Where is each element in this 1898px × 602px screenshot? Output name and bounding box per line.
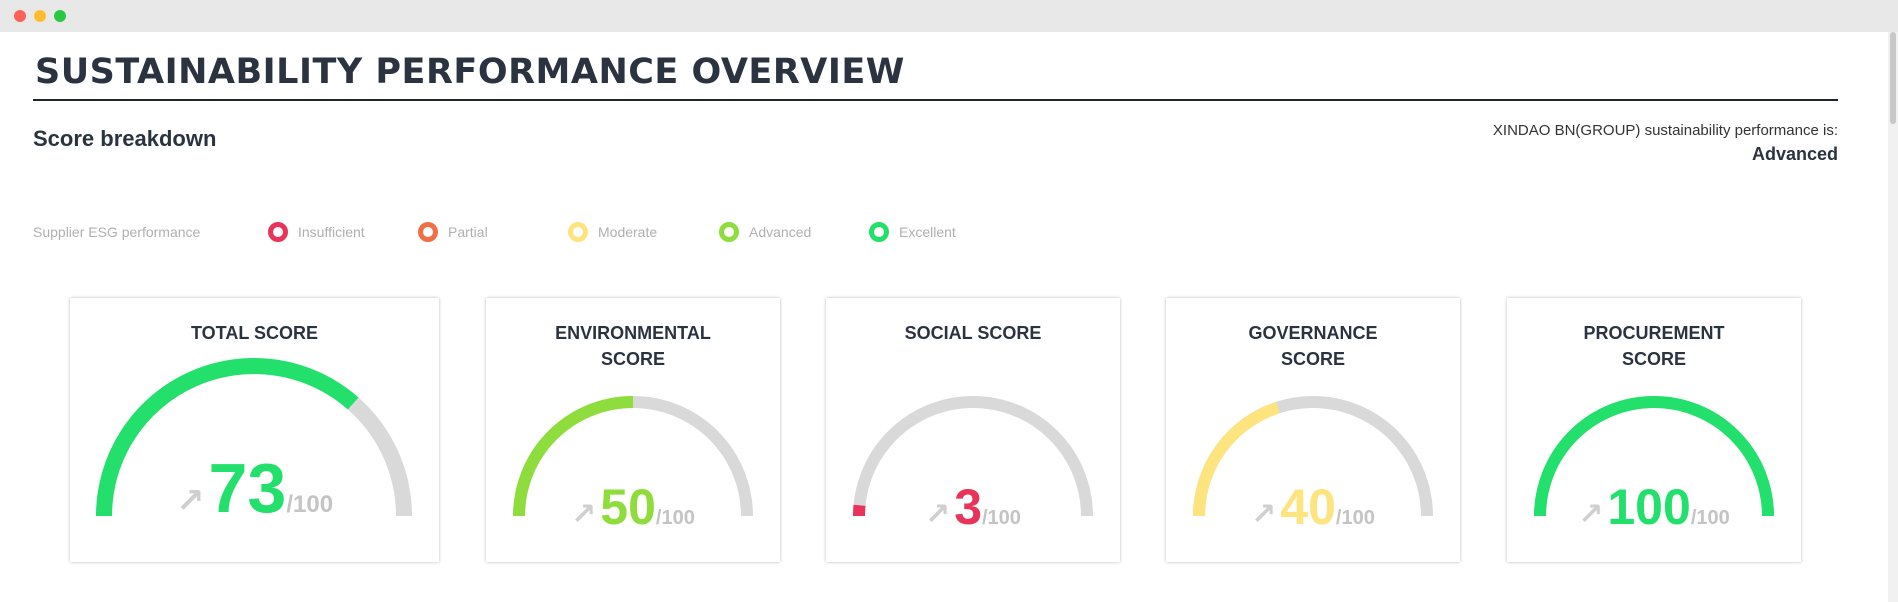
score-value: 40 bbox=[1280, 479, 1336, 535]
trend-arrow-icon: ↗ bbox=[175, 481, 205, 521]
legend-label: Moderate bbox=[598, 224, 658, 240]
legend-label: Advanced bbox=[749, 224, 812, 240]
trend-arrow-icon: ↗ bbox=[571, 497, 597, 532]
insufficient-ring-icon bbox=[268, 222, 288, 242]
trend-arrow-icon: ↗ bbox=[1578, 497, 1604, 532]
score-breakdown-heading: Score breakdown bbox=[33, 126, 217, 151]
legend-label: Excellent bbox=[899, 224, 956, 240]
score-value: 50 bbox=[600, 479, 656, 535]
performance-value: Advanced bbox=[1751, 144, 1838, 164]
score-value: 100 bbox=[1607, 479, 1691, 535]
legend-item-moderate: Moderate bbox=[568, 222, 657, 242]
legend-title: Supplier ESG performance bbox=[33, 224, 201, 240]
moderate-ring-icon bbox=[568, 222, 588, 242]
legend-label: Insufficient bbox=[298, 224, 365, 240]
score-max: /100 bbox=[655, 507, 695, 529]
score-max: /100 bbox=[982, 507, 1021, 529]
minimize-window-button[interactable] bbox=[34, 10, 46, 22]
performance-label: XINDAO BN(GROUP) sustainability performa… bbox=[1492, 122, 1838, 139]
page-content: SUSTAINABILITY PERFORMANCE OVERVIEW Scor… bbox=[0, 32, 1888, 602]
partial-ring-icon bbox=[418, 222, 438, 242]
governance-score-card: GOVERNANCE SCORE ↗40/100 bbox=[1166, 298, 1460, 562]
legend-item-insufficient: Insufficient bbox=[268, 222, 365, 242]
scrollbar-thumb[interactable] bbox=[1890, 32, 1896, 124]
environmental-score-card: ENVIRONMENTAL SCORE ↗50/100 bbox=[486, 298, 780, 562]
score-display: ↗73/100 bbox=[70, 448, 439, 528]
vertical-scrollbar[interactable] bbox=[1888, 32, 1898, 602]
page-title: SUSTAINABILITY PERFORMANCE OVERVIEW bbox=[35, 52, 905, 92]
trend-arrow-icon: ↗ bbox=[925, 497, 951, 532]
advanced-ring-icon bbox=[719, 222, 739, 242]
legend-item-partial: Partial bbox=[418, 222, 488, 242]
title-divider bbox=[33, 99, 1838, 101]
score-value: 73 bbox=[208, 449, 287, 527]
score-max: /100 bbox=[1690, 507, 1730, 529]
trend-arrow-icon: ↗ bbox=[1251, 497, 1277, 532]
window-titlebar bbox=[0, 0, 1898, 32]
total-score-card: TOTAL SCORE ↗73/100 bbox=[70, 298, 439, 562]
maximize-window-button[interactable] bbox=[54, 10, 66, 22]
score-display: ↗40/100 bbox=[1166, 478, 1460, 536]
score-display: ↗50/100 bbox=[486, 478, 780, 536]
legend-item-advanced: Advanced bbox=[719, 222, 811, 242]
legend-item-excellent: Excellent bbox=[869, 222, 956, 242]
excellent-ring-icon bbox=[869, 222, 889, 242]
score-display: ↗100/100 bbox=[1507, 478, 1801, 536]
procurement-score-card: PROCUREMENT SCORE ↗100/100 bbox=[1507, 298, 1801, 562]
score-max: /100 bbox=[1335, 507, 1375, 529]
social-score-card: SOCIAL SCORE ↗3/100 bbox=[826, 298, 1120, 562]
score-value: 3 bbox=[954, 479, 982, 535]
close-window-button[interactable] bbox=[14, 10, 26, 22]
score-max: /100 bbox=[286, 491, 334, 518]
legend-label: Partial bbox=[448, 224, 488, 240]
score-display: ↗3/100 bbox=[826, 478, 1120, 536]
